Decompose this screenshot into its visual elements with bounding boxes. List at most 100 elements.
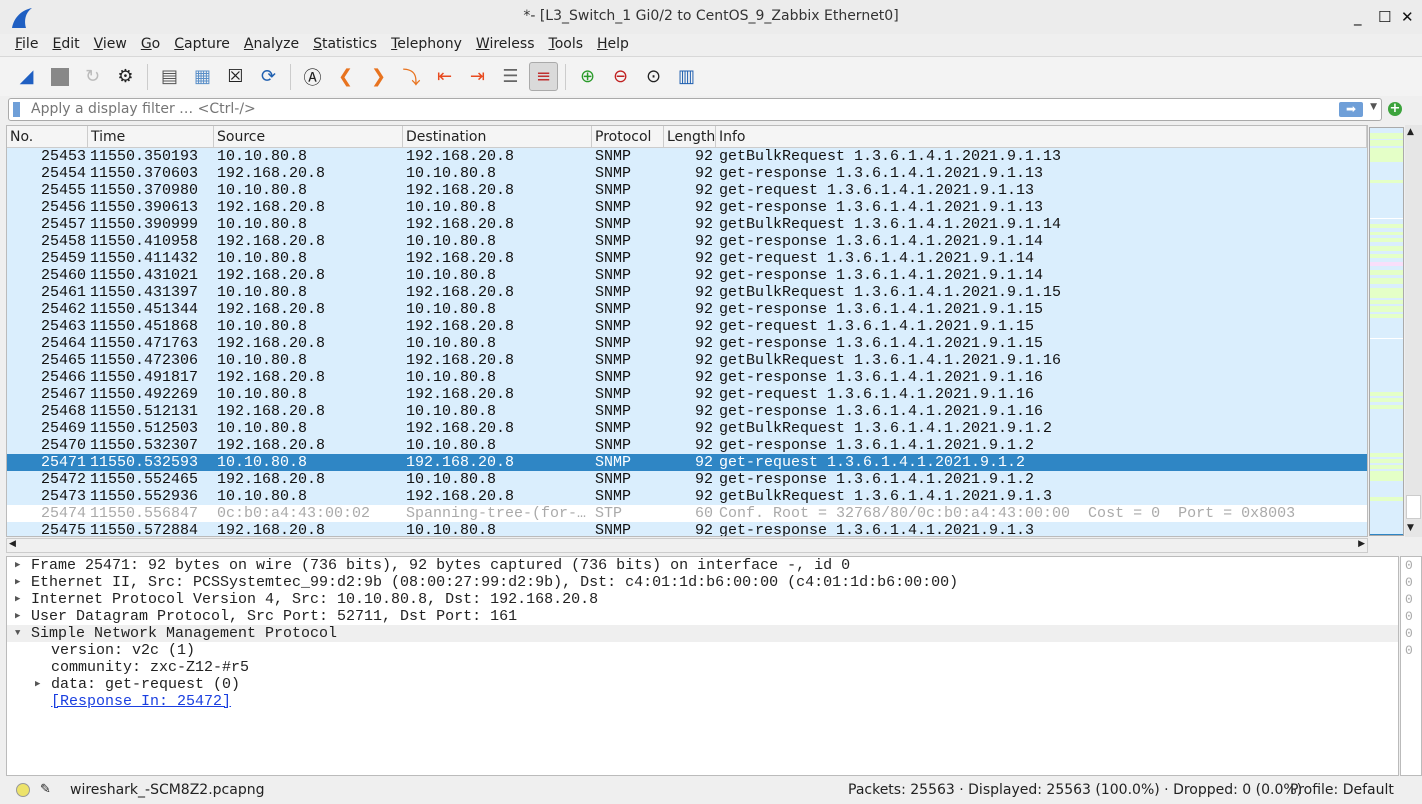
packet-row[interactable]: 25466 11550.491817 192.168.20.8 10.10.80.8 S… [7, 369, 1367, 386]
go-back-icon[interactable]: ❮ [331, 62, 360, 91]
packet-row[interactable]: 25471 11550.532593 10.10.80.8 192.168.20.8 S… [7, 454, 1367, 471]
display-filter-input[interactable] [31, 101, 1331, 117]
capture-options-icon[interactable]: ⚙ [111, 62, 140, 91]
packet-row[interactable]: 25456 11550.390613 192.168.20.8 10.10.80.8 S… [7, 199, 1367, 216]
response-in-link[interactable]: [Response In: 25472] [51, 693, 231, 710]
go-forward-icon[interactable]: ❯ [364, 62, 393, 91]
apply-filter-arrow-icon[interactable]: ➡ [1339, 102, 1363, 117]
packet-info: get-request 1.3.6.1.4.1.2021.9.1.13 [719, 182, 1035, 199]
detail-tree-item[interactable]: ▶ Internet Protocol Version 4, Src: 10.10… [7, 591, 1398, 608]
detail-tree-item[interactable]: ▶ Frame 25471: 92 bytes on wire (736 bits… [7, 557, 1398, 574]
collapse-arrow-icon[interactable]: ▼ [15, 625, 20, 642]
packet-row[interactable]: 25472 11550.552465 192.168.20.8 10.10.80.8 S… [7, 471, 1367, 488]
packet-row[interactable]: 25454 11550.370603 192.168.20.8 10.10.80.8 S… [7, 165, 1367, 182]
profile-selector[interactable]: Profile: Default [1290, 778, 1394, 802]
expand-arrow-icon[interactable]: ▶ [35, 676, 40, 693]
packet-row[interactable]: 25463 11550.451868 10.10.80.8 192.168.20.8 S… [7, 318, 1367, 335]
column-header-source[interactable]: Source [214, 126, 403, 147]
expand-arrow-icon[interactable]: ▶ [15, 608, 20, 625]
column-header-protocol[interactable]: Protocol [592, 126, 664, 147]
scroll-left-icon[interactable]: ◀ [9, 539, 16, 549]
zoom-out-icon[interactable]: ⊖ [606, 62, 635, 91]
maximize-button[interactable]: ☐ [1378, 8, 1391, 26]
zoom-in-icon[interactable]: ⊕ [573, 62, 602, 91]
packet-row[interactable]: 25474 11550.556847 0c:b0:a4:43:00:02 Spanni… [7, 505, 1367, 522]
packet-row[interactable]: 25467 11550.492269 10.10.80.8 192.168.20.8 S… [7, 386, 1367, 403]
resize-columns-icon[interactable]: ▥ [672, 62, 701, 91]
expand-arrow-icon[interactable]: ▶ [15, 557, 20, 574]
go-first-icon[interactable]: ⇤ [430, 62, 459, 91]
detail-tree-item[interactable]: ▶ data: get-request (0) [7, 676, 1398, 693]
capture-comment-icon[interactable]: ✎ [40, 778, 51, 802]
packet-row[interactable]: 25458 11550.410958 192.168.20.8 10.10.80.8 S… [7, 233, 1367, 250]
vertical-scrollbar[interactable]: ▲ ▼ [1405, 125, 1422, 537]
add-filter-button-icon[interactable]: + [1388, 102, 1402, 116]
menu-edit[interactable]: Edit [45, 34, 86, 55]
packet-row[interactable]: 25468 11550.512131 192.168.20.8 10.10.80.8 S… [7, 403, 1367, 420]
bookmark-icon[interactable] [13, 102, 20, 117]
menu-telephony[interactable]: Telephony [384, 34, 469, 55]
go-last-icon[interactable]: ⇥ [463, 62, 492, 91]
packet-minimap-scrollbar[interactable] [1369, 127, 1404, 536]
auto-scroll-icon[interactable]: ☰ [496, 62, 525, 91]
packet-row[interactable]: 25470 11550.532307 192.168.20.8 10.10.80.8 S… [7, 437, 1367, 454]
packet-row[interactable]: 25475 11550.572884 192.168.20.8 10.10.80.8 S… [7, 522, 1367, 536]
packet-row[interactable]: 25462 11550.451344 192.168.20.8 10.10.80.8 S… [7, 301, 1367, 318]
packet-row[interactable]: 25473 11550.552936 10.10.80.8 192.168.20.8 S… [7, 488, 1367, 505]
filter-history-dropdown-icon[interactable]: ▼ [1370, 102, 1377, 112]
column-header-destination[interactable]: Destination [403, 126, 592, 147]
scrollbar-thumb[interactable] [1406, 495, 1421, 519]
go-to-packet-icon[interactable]: ⤵ [397, 62, 426, 91]
menu-view[interactable]: View [87, 34, 134, 55]
packet-row[interactable]: 25461 11550.431397 10.10.80.8 192.168.20.8 S… [7, 284, 1367, 301]
detail-tree-item[interactable]: [Response In: 25472] [7, 693, 1398, 710]
stop-capture-icon[interactable] [45, 62, 74, 91]
minimap-stripe [1370, 232, 1403, 235]
packet-time: 11550.472306 [90, 352, 199, 369]
detail-tree-item[interactable]: ▶ User Datagram Protocol, Src Port: 52711… [7, 608, 1398, 625]
menu-help[interactable]: Help [590, 34, 636, 55]
detail-tree-item[interactable]: ▼ Simple Network Management Protocol [7, 625, 1398, 642]
close-button[interactable]: ✕ [1401, 8, 1414, 26]
expand-arrow-icon[interactable]: ▶ [15, 591, 20, 608]
expert-info-icon[interactable] [16, 783, 30, 797]
save-file-icon[interactable]: ▦ [188, 62, 217, 91]
column-header-time[interactable]: Time [88, 126, 214, 147]
menu-go[interactable]: Go [134, 34, 167, 55]
packet-row[interactable]: 25464 11550.471763 192.168.20.8 10.10.80.8 S… [7, 335, 1367, 352]
menu-file[interactable]: File [8, 34, 45, 55]
packet-row[interactable]: 25453 11550.350193 10.10.80.8 192.168.20.8 S… [7, 148, 1367, 165]
colorize-icon[interactable]: ≡ [529, 62, 558, 91]
start-capture-icon[interactable]: ◢ [12, 62, 41, 91]
detail-tree-item[interactable]: community: zxc-Z12-#r5 [7, 659, 1398, 676]
menu-wireless[interactable]: Wireless [469, 34, 542, 55]
menu-analyze[interactable]: Analyze [237, 34, 306, 55]
column-header-no[interactable]: No. [7, 126, 88, 147]
packet-row[interactable]: 25465 11550.472306 10.10.80.8 192.168.20.8 S… [7, 352, 1367, 369]
column-header-length[interactable]: Length [664, 126, 716, 147]
packet-row[interactable]: 25459 11550.411432 10.10.80.8 192.168.20.8 S… [7, 250, 1367, 267]
restart-capture-icon[interactable]: ↻ [78, 62, 107, 91]
packet-row[interactable]: 25469 11550.512503 10.10.80.8 192.168.20.8 S… [7, 420, 1367, 437]
scroll-right-icon[interactable]: ▶ [1358, 539, 1365, 549]
packet-row[interactable]: 25455 11550.370980 10.10.80.8 192.168.20.8 S… [7, 182, 1367, 199]
horizontal-scrollbar[interactable]: ◀ ▶ [6, 538, 1368, 553]
menu-statistics[interactable]: Statistics [306, 34, 384, 55]
minimize-button[interactable]: _ [1354, 8, 1362, 26]
expand-arrow-icon[interactable]: ▶ [15, 574, 20, 591]
scroll-up-icon[interactable]: ▲ [1407, 127, 1414, 137]
packet-row[interactable]: 25457 11550.390999 10.10.80.8 192.168.20.8 S… [7, 216, 1367, 233]
find-packet-icon[interactable]: Ⓐ [298, 62, 327, 91]
column-header-info[interactable]: Info [716, 126, 1367, 147]
open-file-icon[interactable]: ▤ [155, 62, 184, 91]
menu-tools[interactable]: Tools [542, 34, 591, 55]
reload-file-icon[interactable]: ⟳ [254, 62, 283, 91]
detail-tree-item[interactable]: version: v2c (1) [7, 642, 1398, 659]
packet-bytes-pane[interactable]: 000000 [1400, 556, 1422, 776]
scroll-down-icon[interactable]: ▼ [1407, 523, 1414, 533]
detail-tree-item[interactable]: ▶ Ethernet II, Src: PCSSystemtec_99:d2:9b… [7, 574, 1398, 591]
packet-row[interactable]: 25460 11550.431021 192.168.20.8 10.10.80.8 S… [7, 267, 1367, 284]
menu-capture[interactable]: Capture [167, 34, 237, 55]
close-file-icon[interactable]: ☒ [221, 62, 250, 91]
normal-size-icon[interactable]: ⊙ [639, 62, 668, 91]
